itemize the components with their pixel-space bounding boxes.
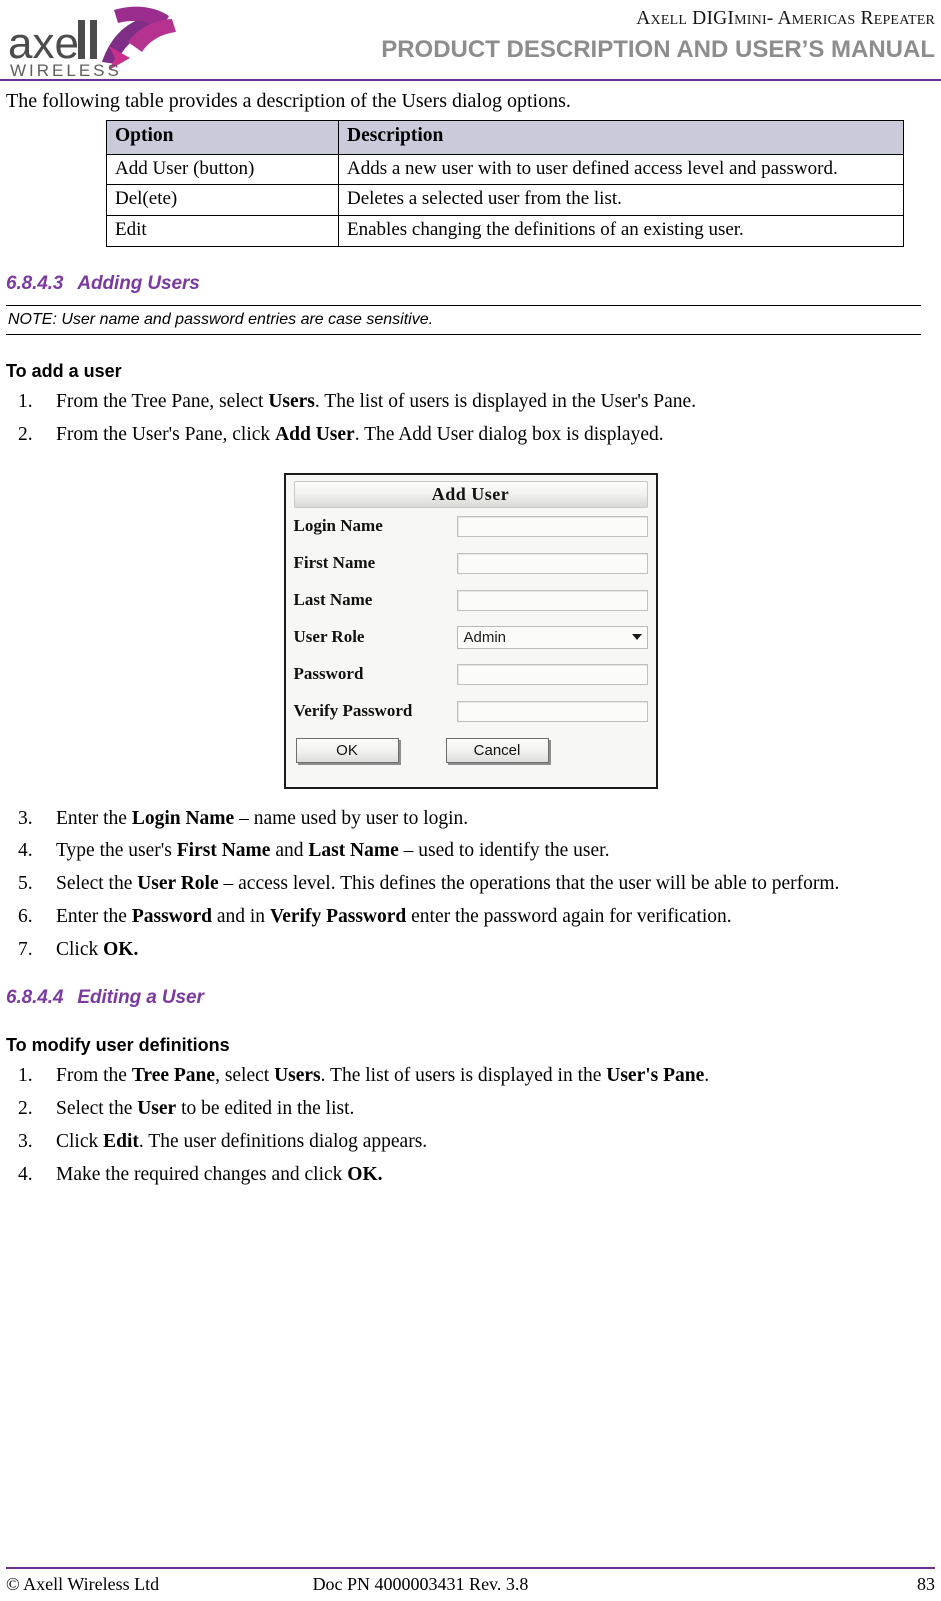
dialog-field-verify-password: Verify Password — [294, 693, 648, 730]
field-label: Login Name — [293, 516, 383, 536]
footer-doc-ref: Doc PN 4000003431 Rev. 3.8 — [312, 1574, 529, 1594]
intro-paragraph: The following table provides a descripti… — [6, 90, 571, 112]
add-user-steps-part2: 3. Enter the Login Name – name used by u… — [6, 807, 935, 962]
step-marker: 5. — [18, 873, 33, 895]
step-marker: 7. — [18, 938, 33, 960]
footer-copyright: © Axell Wireless Ltd — [6, 1574, 160, 1594]
chevron-down-icon — [631, 634, 642, 641]
header-titles: Axell DIGImini- Americas Repeater PRODUC… — [295, 8, 935, 66]
edit-user-steps: 1. From the Tree Pane, select Users. The… — [6, 1064, 935, 1186]
section-title: Adding Users — [77, 272, 200, 294]
note-case-sensitive: NOTE: User name and password entries are… — [6, 304, 921, 335]
svg-text:WIRELESS: WIRELESS — [10, 61, 122, 80]
cell-option: Add User (button) — [106, 153, 339, 186]
list-item: 5. Select the User Role – access level. … — [6, 872, 935, 896]
subheading-to-modify-user-definitions: To modify user definitions — [6, 1035, 230, 1056]
dialog-field-user-role: User Role Admin — [294, 619, 648, 656]
list-item: 3. Click Edit. The user definitions dial… — [6, 1130, 935, 1154]
add-user-steps-part1: 1. From the Tree Pane, select Users. The… — [6, 390, 935, 447]
table-row: Add User (button) Adds a new user with t… — [106, 153, 904, 186]
verify-password-input[interactable] — [456, 700, 648, 722]
document-page: axe WIRELESS Axell DIGImini- Americas Re… — [0, 0, 941, 1601]
step-marker: 6. — [18, 905, 33, 927]
dialog-field-login-name: Login Name — [294, 508, 648, 545]
field-label: Last Name — [293, 590, 373, 610]
step-marker: 1. — [18, 1065, 33, 1087]
add-user-dialog: Add User Login Name First Name Last Name… — [283, 472, 658, 789]
table-header-row: Option Description — [106, 119, 904, 155]
section-heading-editing-a-user: 6.8.4.4 Editing a User — [6, 987, 935, 1009]
ok-button[interactable]: OK — [295, 737, 399, 763]
table-row: Del(ete) Deletes a selected user from th… — [106, 184, 904, 217]
login-name-input[interactable] — [456, 515, 648, 537]
step-marker: 3. — [18, 807, 33, 829]
field-label: Verify Password — [293, 701, 413, 721]
list-item: 4. Type the user's First Name and Last N… — [6, 839, 935, 863]
section-title: Editing a User — [77, 987, 204, 1009]
cell-option: Edit — [106, 215, 339, 247]
field-label: First Name — [293, 553, 376, 573]
cell-description: Deletes a selected user from the list. — [338, 184, 904, 217]
list-item: 6. Enter the Password and in Verify Pass… — [6, 905, 935, 929]
column-header-description: Description — [338, 119, 904, 155]
step-text: Enter the Password and in Verify Passwor… — [56, 905, 732, 927]
footer-divider — [6, 1567, 935, 1569]
step-text: Enter the Login Name – name used by user… — [56, 807, 469, 829]
step-text: From the Tree Pane, select Users. The li… — [56, 390, 697, 412]
step-marker: 4. — [18, 840, 33, 862]
cell-description: Adds a new user with to user defined acc… — [338, 153, 904, 186]
step-marker: 1. — [18, 390, 33, 412]
dialog-title-bar: Add User — [293, 480, 648, 508]
list-item: 4. Make the required changes and click O… — [6, 1163, 935, 1187]
users-dialog-options-table: Option Description Add User (button) Add… — [106, 119, 904, 247]
cell-option: Del(ete) — [106, 184, 339, 217]
step-text: Make the required changes and click OK. — [56, 1163, 383, 1185]
header-divider — [0, 79, 941, 81]
add-user-dialog-figure: Add User Login Name First Name Last Name… — [6, 472, 935, 789]
list-item: 3. Enter the Login Name – name used by u… — [6, 807, 935, 831]
page-header: axe WIRELESS Axell DIGImini- Americas Re… — [0, 0, 941, 82]
section-heading-adding-users: 6.8.4.3 Adding Users — [6, 273, 935, 295]
page-content: The following table provides a descripti… — [0, 90, 941, 1187]
step-marker: 2. — [18, 423, 33, 445]
section-number: 6.8.4.3 — [6, 272, 64, 294]
cancel-button[interactable]: Cancel — [445, 737, 549, 763]
step-text: Select the User to be edited in the list… — [56, 1098, 355, 1120]
step-text: From the User's Pane, click Add User. Th… — [56, 423, 664, 445]
dialog-field-password: Password — [294, 656, 648, 693]
cell-description: Enables changing the definitions of an e… — [338, 215, 904, 247]
dialog-button-row: OK Cancel — [294, 737, 648, 763]
list-item: 7. Click OK. — [6, 938, 935, 962]
user-role-value: Admin — [463, 628, 507, 646]
first-name-input[interactable] — [456, 552, 648, 574]
step-text: From the Tree Pane, select Users. The li… — [56, 1065, 710, 1087]
table-row: Edit Enables changing the definitions of… — [106, 215, 904, 247]
dialog-field-last-name: Last Name — [294, 582, 648, 619]
field-label: User Role — [293, 627, 365, 647]
step-marker: 3. — [18, 1131, 33, 1153]
column-header-option: Option — [106, 119, 339, 155]
subheading-to-add-a-user: To add a user — [6, 360, 122, 381]
last-name-input[interactable] — [456, 589, 648, 611]
product-title: Axell DIGImini- Americas Repeater — [636, 8, 935, 29]
step-text: Select the User Role – access level. Thi… — [56, 873, 840, 895]
step-text: Type the user's First Name and Last Name… — [56, 840, 610, 862]
field-label: Password — [293, 664, 364, 684]
manual-subtitle: PRODUCT DESCRIPTION AND USER’S MANUAL — [381, 36, 935, 64]
axell-wireless-logo: axe WIRELESS — [6, 2, 191, 80]
section-number: 6.8.4.4 — [6, 987, 64, 1009]
user-role-dropdown[interactable]: Admin — [456, 625, 648, 649]
list-item: 1. From the Tree Pane, select Users. The… — [6, 1064, 935, 1088]
step-marker: 2. — [18, 1098, 33, 1120]
page-footer: © Axell Wireless Ltd Doc PN 4000003431 R… — [0, 1567, 941, 1595]
list-item: 2. From the User's Pane, click Add User.… — [6, 423, 935, 447]
step-text: Click OK. — [56, 938, 139, 960]
step-marker: 4. — [18, 1163, 33, 1185]
dialog-field-first-name: First Name — [294, 545, 648, 582]
step-text: Click Edit. The user definitions dialog … — [56, 1131, 428, 1153]
list-item: 1. From the Tree Pane, select Users. The… — [6, 390, 935, 414]
password-input[interactable] — [456, 663, 648, 685]
footer-page-number: 83 — [917, 1574, 935, 1594]
list-item: 2. Select the User to be edited in the l… — [6, 1097, 935, 1121]
